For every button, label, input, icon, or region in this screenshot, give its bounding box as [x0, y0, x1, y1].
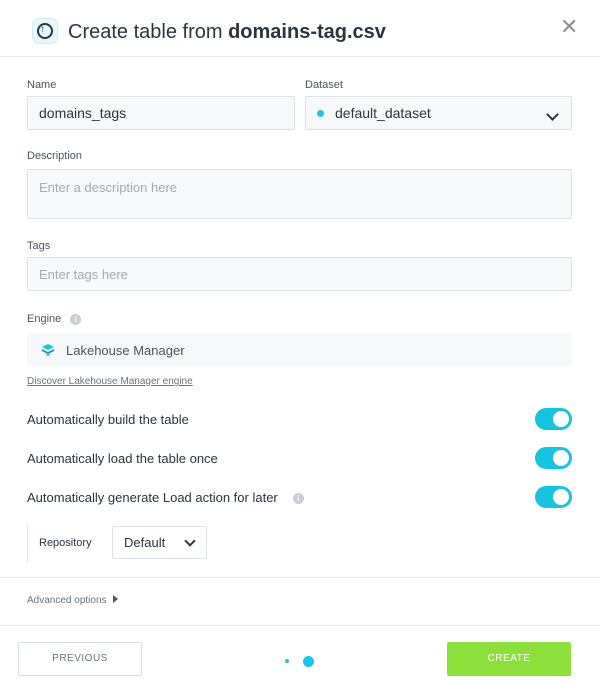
- tags-label: Tags: [27, 240, 51, 252]
- previous-button[interactable]: PREVIOUS: [18, 642, 142, 676]
- dataset-dot-icon: [317, 109, 324, 117]
- description-placeholder: Enter a description here: [39, 180, 178, 195]
- divider: [0, 625, 600, 626]
- dialog-header: ↑ Create table from domains-tag.csv ✕: [0, 0, 600, 57]
- generate-toggle[interactable]: [535, 486, 572, 508]
- dialog-title: Create table from domains-tag.csv: [68, 20, 386, 44]
- dataset-label: Dataset: [305, 79, 343, 91]
- load-toggle[interactable]: [535, 447, 572, 469]
- description-input[interactable]: Enter a description here: [27, 169, 572, 219]
- title-filename: domains-tag.csv: [228, 21, 386, 43]
- chevron-down-icon: [546, 108, 559, 121]
- advanced-options-label: Advanced options: [27, 595, 107, 606]
- repository-group: Repository Default: [27, 523, 208, 563]
- toggle-label-generate: Automatically generate Load action for l…: [27, 490, 304, 505]
- build-toggle[interactable]: [535, 408, 572, 430]
- engine-label: Engine: [27, 313, 62, 325]
- engine-field: Lakehouse Manager: [27, 333, 572, 367]
- engine-link[interactable]: Discover Lakehouse Manager engine: [27, 376, 193, 387]
- step-indicator-2: [303, 656, 314, 667]
- info-icon[interactable]: i: [70, 313, 82, 325]
- name-label: Name: [27, 79, 57, 91]
- dataset-value: default_dataset: [335, 105, 431, 121]
- name-value: domains_tags: [39, 105, 127, 121]
- toggle-row-generate: Automatically generate Load action for l…: [27, 486, 572, 510]
- chevron-down-icon: [184, 535, 196, 547]
- divider: [0, 577, 600, 578]
- advanced-options-toggle[interactable]: Advanced options: [27, 595, 118, 606]
- tags-placeholder: Enter tags here: [39, 267, 128, 282]
- lakehouse-icon: [42, 344, 54, 357]
- title-prefix: Create table from: [68, 21, 229, 43]
- create-button[interactable]: CREATE: [447, 642, 571, 676]
- engine-label-row: Engine i: [27, 312, 82, 326]
- toggle-label-generate-text: Automatically generate Load action for l…: [27, 490, 278, 505]
- upload-icon: ↑: [32, 18, 58, 44]
- repository-select[interactable]: Default: [112, 526, 207, 559]
- info-icon[interactable]: i: [292, 493, 304, 505]
- dataset-select[interactable]: default_dataset: [305, 96, 572, 130]
- tags-input[interactable]: Enter tags here: [27, 257, 572, 291]
- description-label: Description: [27, 150, 83, 162]
- caret-right-icon: [112, 595, 118, 604]
- toggle-row-build: Automatically build the table: [27, 408, 572, 432]
- engine-value: Lakehouse Manager: [66, 343, 185, 358]
- repository-value: Default: [124, 535, 166, 550]
- toggle-label-build: Automatically build the table: [27, 412, 189, 427]
- step-indicator-1: [285, 659, 289, 663]
- name-input[interactable]: domains_tags: [27, 96, 295, 130]
- toggle-label-load: Automatically load the table once: [27, 451, 218, 466]
- repository-label: Repository: [39, 537, 92, 549]
- toggle-row-load: Automatically load the table once: [27, 447, 572, 471]
- close-icon[interactable]: ✕: [560, 15, 578, 39]
